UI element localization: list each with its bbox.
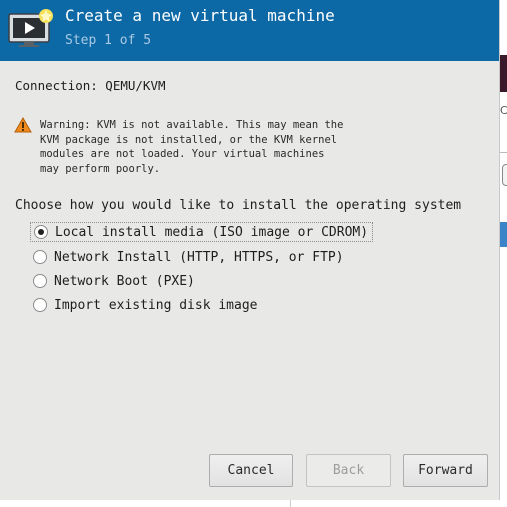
warning-line: may perform poorly. (40, 162, 161, 175)
dialog-title: Create a new virtual machine (65, 6, 335, 25)
warning-triangle-icon (14, 117, 32, 133)
background-selected-row (500, 222, 507, 247)
radio-label: Import existing disk image (54, 297, 258, 313)
connection-label: Connection: QEMU/KVM (15, 78, 166, 93)
warning-line: KVM package is not installed, or the KVM… (40, 133, 338, 146)
background-thumbnail (500, 55, 507, 92)
background-separator (290, 500, 291, 507)
warning-line: modules are not loaded. Your virtual mac… (40, 148, 325, 160)
radio-label: Network Install (HTTP, HTTPS, or FTP) (54, 249, 344, 265)
dialog-header: Create a new virtual machine Step 1 of 5 (0, 0, 499, 61)
radio-label: Network Boot (PXE) (54, 273, 195, 289)
radio-import-disk-image[interactable]: Import existing disk image (30, 295, 258, 315)
install-method-prompt: Choose how you would like to install the… (15, 198, 462, 213)
kvm-warning-text: Warning: KVM is not available. This may … (40, 118, 343, 176)
radio-button[interactable] (33, 298, 47, 312)
radio-button[interactable] (33, 274, 47, 288)
back-button[interactable]: Back (306, 454, 391, 487)
radio-network-install[interactable]: Network Install (HTTP, HTTPS, or FTP) (30, 247, 344, 267)
step-indicator: Step 1 of 5 (65, 33, 152, 48)
background-bottom-strip (0, 500, 507, 507)
radio-button[interactable] (34, 225, 48, 239)
radio-label: Local install media (ISO image or CDROM) (55, 224, 369, 240)
radio-network-boot[interactable]: Network Boot (PXE) (30, 271, 195, 291)
background-divider (500, 152, 507, 153)
radio-local-install-media[interactable]: Local install media (ISO image or CDROM) (30, 222, 374, 242)
background-button (502, 164, 507, 186)
radio-button[interactable] (33, 250, 47, 264)
forward-button[interactable]: Forward (403, 454, 488, 487)
background-partial-text: C (500, 104, 507, 117)
new-vm-dialog: Create a new virtual machine Step 1 of 5… (0, 0, 500, 500)
cancel-button[interactable]: Cancel (209, 454, 293, 487)
warning-line: Warning: KVM is not available. This may … (40, 119, 344, 131)
new-vm-monitor-icon (8, 9, 53, 47)
